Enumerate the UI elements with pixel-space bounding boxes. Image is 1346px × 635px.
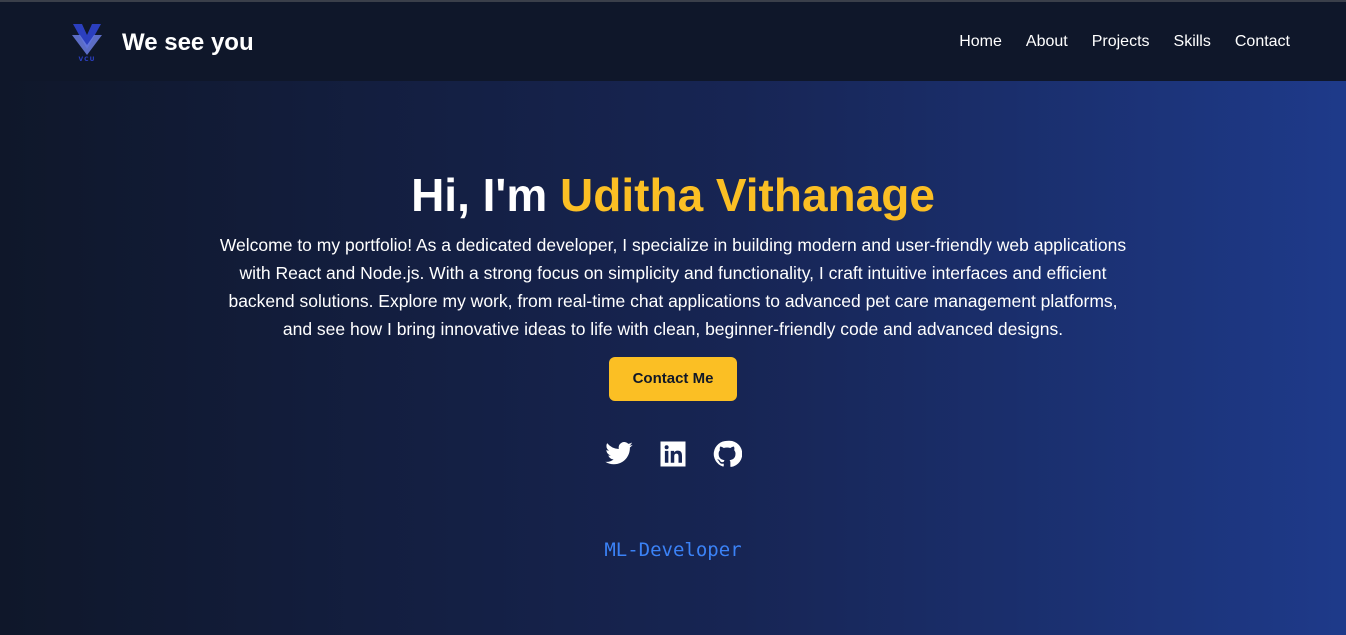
nav-link-about[interactable]: About — [1026, 33, 1068, 51]
hero-name: Uditha Vithanage — [560, 169, 935, 221]
nav-link-projects[interactable]: Projects — [1092, 33, 1150, 51]
hero-greeting: Hi, I'm — [411, 169, 561, 221]
hero-description: Welcome to my portfolio! As a dedicated … — [219, 235, 1127, 339]
nav-link-contact[interactable]: Contact — [1235, 33, 1290, 51]
social-links — [0, 439, 1346, 469]
logo-text: VCU — [78, 55, 96, 63]
hero-title: Hi, I'm Uditha Vithanage — [0, 167, 1346, 223]
contact-me-button[interactable]: Contact Me — [608, 357, 738, 401]
role-typewriter-text: ML-Developer — [604, 539, 742, 561]
logo: VCU — [70, 21, 104, 63]
brand-name: We see you — [122, 28, 254, 56]
nav-link-home[interactable]: Home — [959, 33, 1002, 51]
linkedin-icon[interactable] — [658, 439, 688, 469]
navbar: VCU We see you Home About Projects Skill… — [0, 2, 1346, 81]
logo-mark-icon — [72, 23, 102, 55]
hero-section: Hi, I'm Uditha Vithanage Welcome to my p… — [0, 81, 1346, 561]
brand[interactable]: VCU We see you — [70, 2, 254, 81]
twitter-icon[interactable] — [604, 439, 634, 469]
github-icon[interactable] — [712, 439, 742, 469]
nav-menu: Home About Projects Skills Contact — [959, 2, 1290, 81]
nav-link-skills[interactable]: Skills — [1174, 33, 1211, 51]
